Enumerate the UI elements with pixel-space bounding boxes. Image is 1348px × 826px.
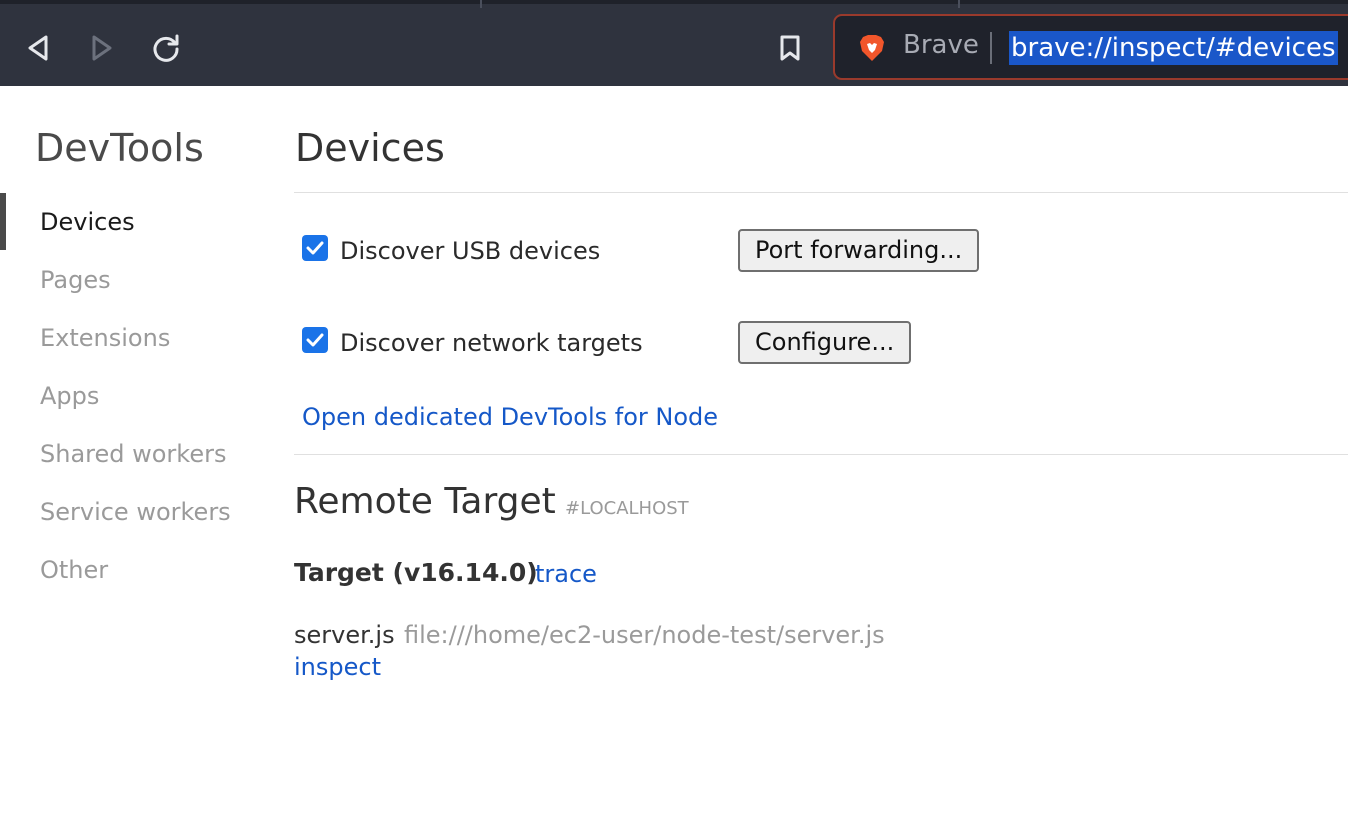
active-indicator (0, 193, 6, 250)
browser-toolbar: Brave brave://inspect/#devices (0, 0, 1348, 86)
reload-button[interactable] (146, 28, 186, 68)
port-forwarding-button[interactable]: Port forwarding... (738, 229, 980, 272)
sidebar-item-other[interactable]: Other (40, 556, 108, 584)
brand-label: Brave (903, 30, 979, 60)
target-entry-url: file:///home/ec2-user/node-test/server.j… (404, 621, 885, 649)
bookmark-button[interactable] (770, 28, 810, 68)
network-targets-checkbox[interactable] (302, 327, 328, 353)
remote-target-title: Remote Target (294, 481, 556, 522)
brave-lion-icon (859, 34, 885, 66)
target-name: Target (v16.14.0) (294, 558, 538, 587)
divider (294, 192, 1348, 193)
forward-button[interactable] (82, 28, 122, 68)
checkmark-icon (306, 241, 324, 255)
usb-devices-label: Discover USB devices (340, 237, 601, 265)
tab-divider (958, 0, 960, 8)
sidebar-item-extensions[interactable]: Extensions (40, 324, 170, 352)
bookmark-icon (780, 35, 800, 61)
node-devtools-link[interactable]: Open dedicated DevTools for Node (302, 403, 718, 431)
usb-devices-checkbox[interactable] (302, 235, 328, 261)
sidebar-item-service-workers[interactable]: Service workers (40, 498, 231, 526)
forward-arrow-icon (92, 35, 112, 61)
sidebar-item-apps[interactable]: Apps (40, 382, 99, 410)
url-text[interactable]: brave://inspect/#devices (1009, 31, 1338, 65)
checkmark-icon (306, 333, 324, 347)
tab-divider (480, 0, 482, 8)
inspect-link[interactable]: inspect (294, 653, 381, 681)
configure-button[interactable]: Configure... (738, 321, 912, 364)
sidebar-item-pages[interactable]: Pages (40, 266, 111, 294)
back-arrow-icon (28, 35, 48, 61)
reload-icon (153, 34, 179, 62)
url-separator (990, 32, 992, 64)
sidebar-item-devices[interactable]: Devices (40, 208, 135, 236)
network-targets-label: Discover network targets (340, 329, 643, 357)
address-bar[interactable]: Brave brave://inspect/#devices (833, 14, 1348, 80)
sidebar-item-shared-workers[interactable]: Shared workers (40, 440, 226, 468)
back-button[interactable] (18, 28, 58, 68)
localhost-tag: #LOCALHOST (565, 498, 689, 519)
divider (294, 454, 1348, 455)
page-title: Devices (295, 126, 445, 170)
sidebar-title: DevTools (35, 126, 204, 170)
trace-link[interactable]: trace (535, 560, 597, 588)
target-entry-name: server.js (294, 621, 395, 649)
